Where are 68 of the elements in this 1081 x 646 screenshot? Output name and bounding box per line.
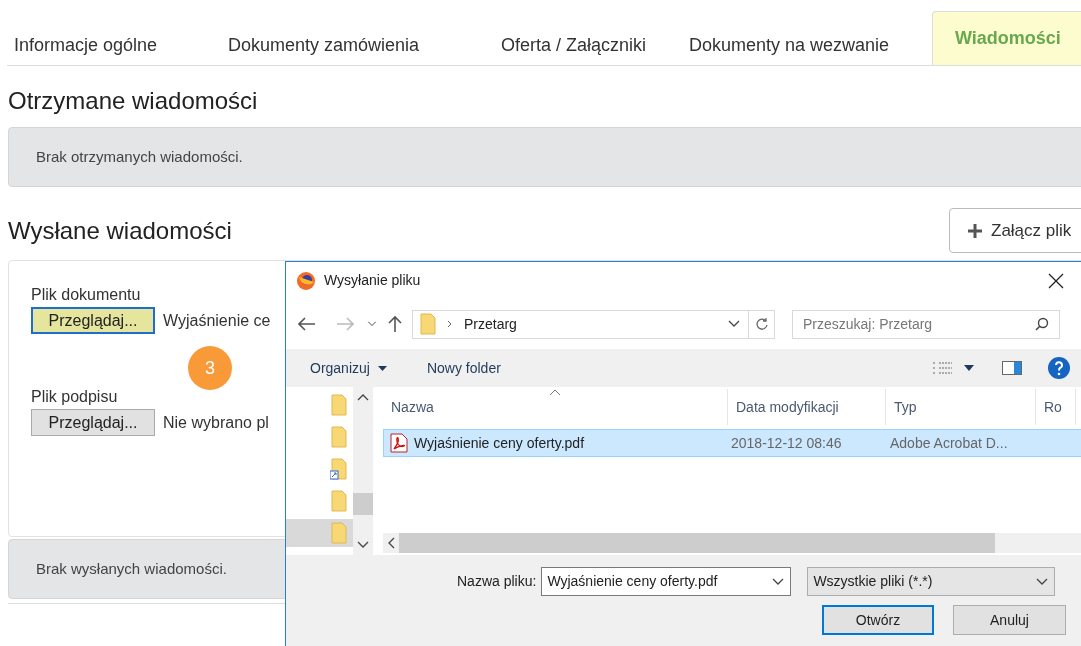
folder-icon <box>330 522 348 544</box>
column-header[interactable]: Typ <box>886 389 1036 425</box>
folder-icon <box>330 490 348 512</box>
step-badge: 3 <box>188 346 232 390</box>
open-button[interactable]: Otwórz <box>822 605 934 635</box>
dialog-title: Wysyłanie pliku <box>324 271 421 290</box>
tab[interactable]: Dokumenty zamówienia <box>221 25 494 65</box>
new-folder-button[interactable]: Nowy folder <box>426 357 501 379</box>
tab[interactable]: Dokumenty na wezwanie <box>682 25 932 65</box>
chevron-down-icon <box>772 577 785 586</box>
folder-icon <box>330 426 348 448</box>
field-label: Plik podpisu <box>31 387 118 407</box>
breadcrumb-item[interactable]: Przetarg <box>464 313 517 335</box>
plus-icon <box>967 222 983 239</box>
browser-logo-icon <box>296 270 316 291</box>
view-options-icon[interactable] <box>932 361 954 375</box>
caret-icon[interactable] <box>964 365 974 371</box>
scroll-left-icon <box>387 537 395 549</box>
preview-pane-icon[interactable] <box>1002 361 1022 375</box>
empty-message-panel: Brak otrzymanych wiadomości. <box>8 127 1081 187</box>
navigation-item[interactable] <box>286 519 353 547</box>
tab[interactable]: Informacje ogólne <box>7 25 221 65</box>
close-icon[interactable] <box>1048 272 1064 289</box>
file-type-value: Wszystkie pliki (*.*) <box>813 572 933 591</box>
chevron-down-icon <box>728 320 740 328</box>
file-row[interactable]: Wyjaśnienie ceny oferty.pdf 2018-12-12 08:46 Adobe Acrobat D... <box>383 429 1081 457</box>
folder-icon <box>330 394 348 416</box>
chevron-down-icon <box>1036 577 1049 586</box>
file-type: Adobe Acrobat D... <box>889 433 1008 453</box>
folder-shortcut-icon <box>330 458 348 480</box>
file-name-text: Wyjaśnienie ce <box>163 310 271 331</box>
forward-arrow-icon[interactable] <box>336 317 354 331</box>
caret-icon <box>377 365 387 371</box>
file-name-text: Nie wybrano pl <box>163 412 269 433</box>
section-heading: Otrzymane wiadomości <box>8 87 259 115</box>
scrollbar-thumb[interactable] <box>353 493 373 515</box>
scroll-up-icon <box>357 393 369 401</box>
attach-file-button[interactable]: Załącz plik <box>949 208 1081 253</box>
section-heading: Wysłane wiadomości <box>8 216 232 245</box>
back-arrow-icon[interactable] <box>298 317 316 331</box>
file-type-dropdown[interactable]: Wszystkie pliki (*.*) <box>807 567 1056 596</box>
search-placeholder: Przeszukaj: Przetarg <box>803 314 933 334</box>
scroll-down-icon <box>357 541 369 549</box>
browse-button[interactable]: Przeglądaj... <box>31 409 155 436</box>
up-arrow-icon[interactable] <box>388 315 402 333</box>
browse-button[interactable]: Przeglądaj... <box>31 307 155 334</box>
search-field[interactable]: Przeszukaj: Przetarg <box>792 309 1060 339</box>
field-label: Plik dokumentu <box>31 285 141 305</box>
breadcrumb-separator-icon <box>447 320 452 328</box>
refresh-icon[interactable] <box>754 317 769 331</box>
pdf-file-icon <box>390 433 408 453</box>
file-date: 2018-12-12 08:46 <box>730 433 843 453</box>
file-name-label: Nazwa pliku: <box>457 572 537 591</box>
column-header[interactable]: Data modyfikacji <box>728 389 886 425</box>
file-name: Wyjaśnienie ceny oferty.pdf <box>414 433 585 453</box>
address-bar[interactable]: Przetarg <box>412 309 775 339</box>
column-header[interactable]: Nazwa <box>383 389 728 425</box>
horizontal-scrollbar[interactable] <box>383 533 1081 553</box>
cancel-button[interactable]: Anuluj <box>953 605 1066 635</box>
search-icon <box>1035 317 1049 331</box>
file-name-field[interactable]: Wyjaśnienie ceny oferty.pdf <box>541 567 792 596</box>
column-header[interactable]: Ro <box>1036 389 1076 425</box>
folder-icon <box>419 313 437 335</box>
help-icon[interactable] <box>1048 357 1070 379</box>
file-name-value: Wyjaśnienie ceny oferty.pdf <box>547 572 718 591</box>
tab[interactable]: Oferta / Załączniki <box>494 25 682 65</box>
sort-ascending-icon <box>549 389 561 396</box>
organize-menu[interactable]: Organizuj <box>310 357 387 379</box>
